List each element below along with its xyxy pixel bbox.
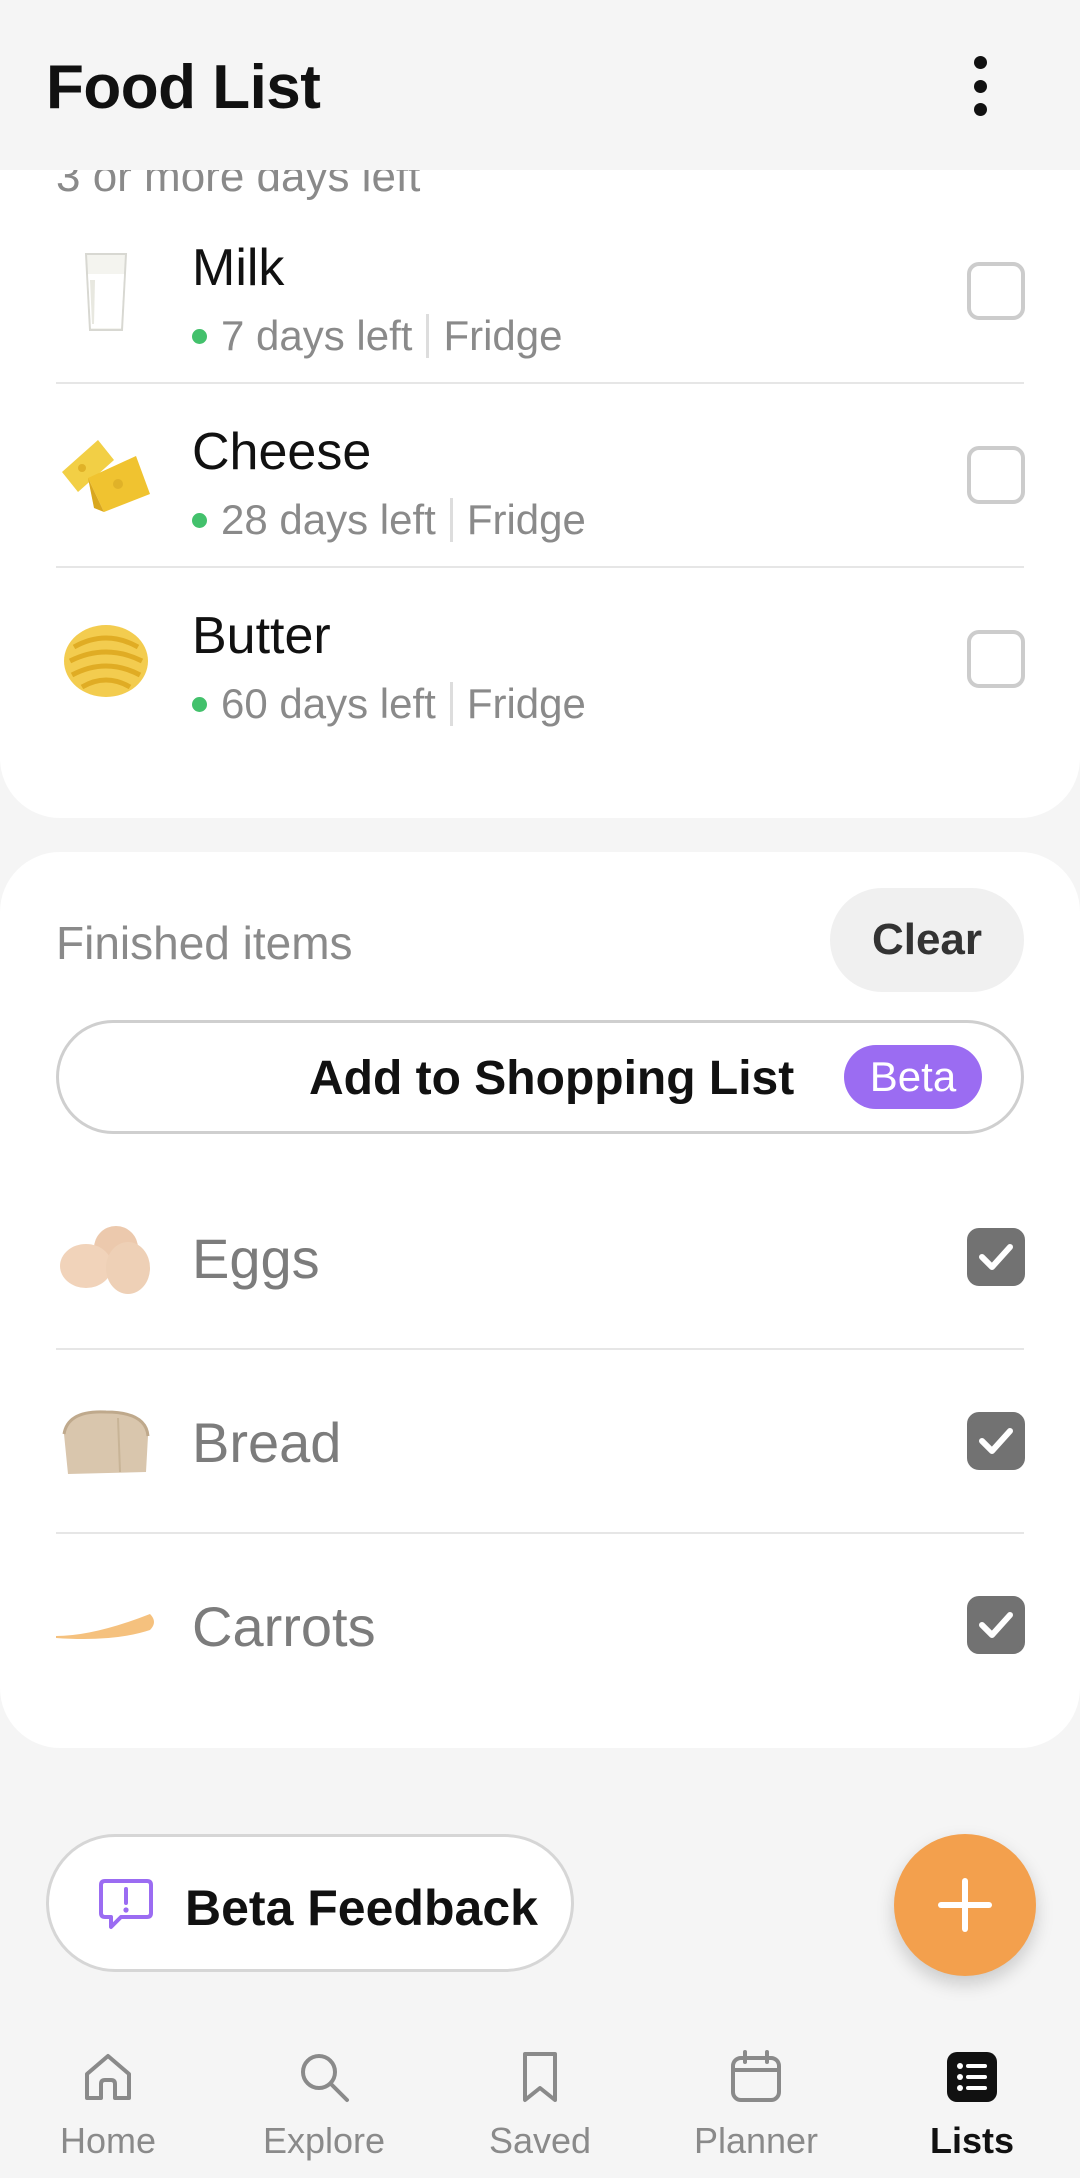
beta-badge: Beta xyxy=(844,1045,982,1109)
nav-item-planner[interactable]: Planner xyxy=(666,2026,846,2178)
meta-separator xyxy=(426,314,430,358)
item-meta: 28 days left Fridge xyxy=(192,496,586,544)
eggs-image xyxy=(52,1204,160,1312)
nav-item-saved[interactable]: Saved xyxy=(450,2026,630,2178)
list-item[interactable]: Butter 60 days left Fridge xyxy=(0,568,1080,752)
check-icon xyxy=(979,1244,1013,1270)
item-checkbox[interactable] xyxy=(967,1412,1025,1470)
item-checkbox[interactable] xyxy=(967,1596,1025,1654)
clear-button[interactable]: Clear xyxy=(830,888,1024,992)
home-icon xyxy=(85,2054,131,2100)
nav-item-lists[interactable]: Lists xyxy=(882,2026,1062,2178)
storage-location: Fridge xyxy=(466,680,586,727)
item-meta: 60 days left Fridge xyxy=(192,680,586,728)
page-title: Food List xyxy=(46,53,321,122)
nav-label: Lists xyxy=(929,2120,1015,2161)
item-name: Eggs xyxy=(192,1227,320,1290)
storage-location: Fridge xyxy=(443,312,563,359)
storage-location: Fridge xyxy=(466,496,586,543)
item-name: Bread xyxy=(192,1411,342,1474)
item-checkbox[interactable] xyxy=(967,446,1025,504)
top-app-bar: Food List xyxy=(0,0,1080,170)
carrot-image xyxy=(52,1572,160,1680)
check-icon xyxy=(979,1612,1013,1638)
butter-image xyxy=(52,606,160,714)
item-name: Butter xyxy=(192,607,331,665)
app-root: Food List 3 or more days left Milk 7 day… xyxy=(0,0,1080,2178)
more-vertical-icon[interactable] xyxy=(960,56,1000,116)
item-name: Carrots xyxy=(192,1595,376,1658)
status-dot xyxy=(192,696,207,712)
item-checkbox[interactable] xyxy=(967,1228,1025,1286)
finished-items-card: Finished items Clear Add to Shopping Lis… xyxy=(0,852,1080,1748)
item-checkbox[interactable] xyxy=(967,262,1025,320)
bookmark-icon xyxy=(523,2052,557,2102)
search-icon xyxy=(301,2054,349,2102)
days-left: 28 days left xyxy=(221,496,436,543)
calendar-icon xyxy=(731,2050,781,2102)
milk-image xyxy=(52,238,160,346)
cheese-image xyxy=(52,422,160,530)
list-icon xyxy=(947,2052,997,2102)
list-item[interactable]: Milk 7 days left Fridge xyxy=(0,200,1080,384)
days-left: 7 days left xyxy=(221,312,413,359)
nav-item-explore[interactable]: Explore xyxy=(234,2026,414,2178)
add-to-shopping-list-button[interactable]: Add to Shopping List Beta xyxy=(56,1020,1024,1134)
add-item-fab[interactable] xyxy=(894,1834,1036,1976)
list-item[interactable]: Eggs xyxy=(0,1166,1080,1350)
shopping-button-label: Add to Shopping List xyxy=(309,1052,795,1105)
finished-items-label: Finished items xyxy=(56,917,353,969)
active-items-card: 3 or more days left Milk 7 days left Fri… xyxy=(0,152,1080,818)
feedback-icon xyxy=(99,1879,153,1929)
meta-separator xyxy=(449,682,453,726)
item-name: Cheese xyxy=(192,423,372,481)
list-item[interactable]: Cheese 28 days left Fridge xyxy=(0,384,1080,568)
feedback-label: Beta Feedback xyxy=(185,1880,538,1936)
list-item[interactable]: Bread xyxy=(0,1350,1080,1534)
nav-label: Home xyxy=(59,2120,157,2161)
bottom-navigation: Home Explore Saved Planner Lists xyxy=(0,2026,1080,2178)
nav-label: Planner xyxy=(693,2120,819,2161)
check-icon xyxy=(979,1428,1013,1454)
nav-label: Saved xyxy=(488,2120,592,2161)
nav-label: Explore xyxy=(262,2120,386,2161)
status-dot xyxy=(192,512,207,528)
bread-image xyxy=(52,1388,160,1496)
days-left: 60 days left xyxy=(221,680,436,727)
status-dot xyxy=(192,328,207,344)
item-name: Milk xyxy=(192,239,285,297)
plus-icon xyxy=(938,1878,992,1932)
item-checkbox[interactable] xyxy=(967,630,1025,688)
meta-separator xyxy=(449,498,453,542)
beta-feedback-button[interactable]: Beta Feedback xyxy=(46,1834,574,1972)
item-meta: 7 days left Fridge xyxy=(192,312,563,360)
list-item[interactable]: Carrots xyxy=(0,1534,1080,1718)
nav-item-home[interactable]: Home xyxy=(18,2026,198,2178)
